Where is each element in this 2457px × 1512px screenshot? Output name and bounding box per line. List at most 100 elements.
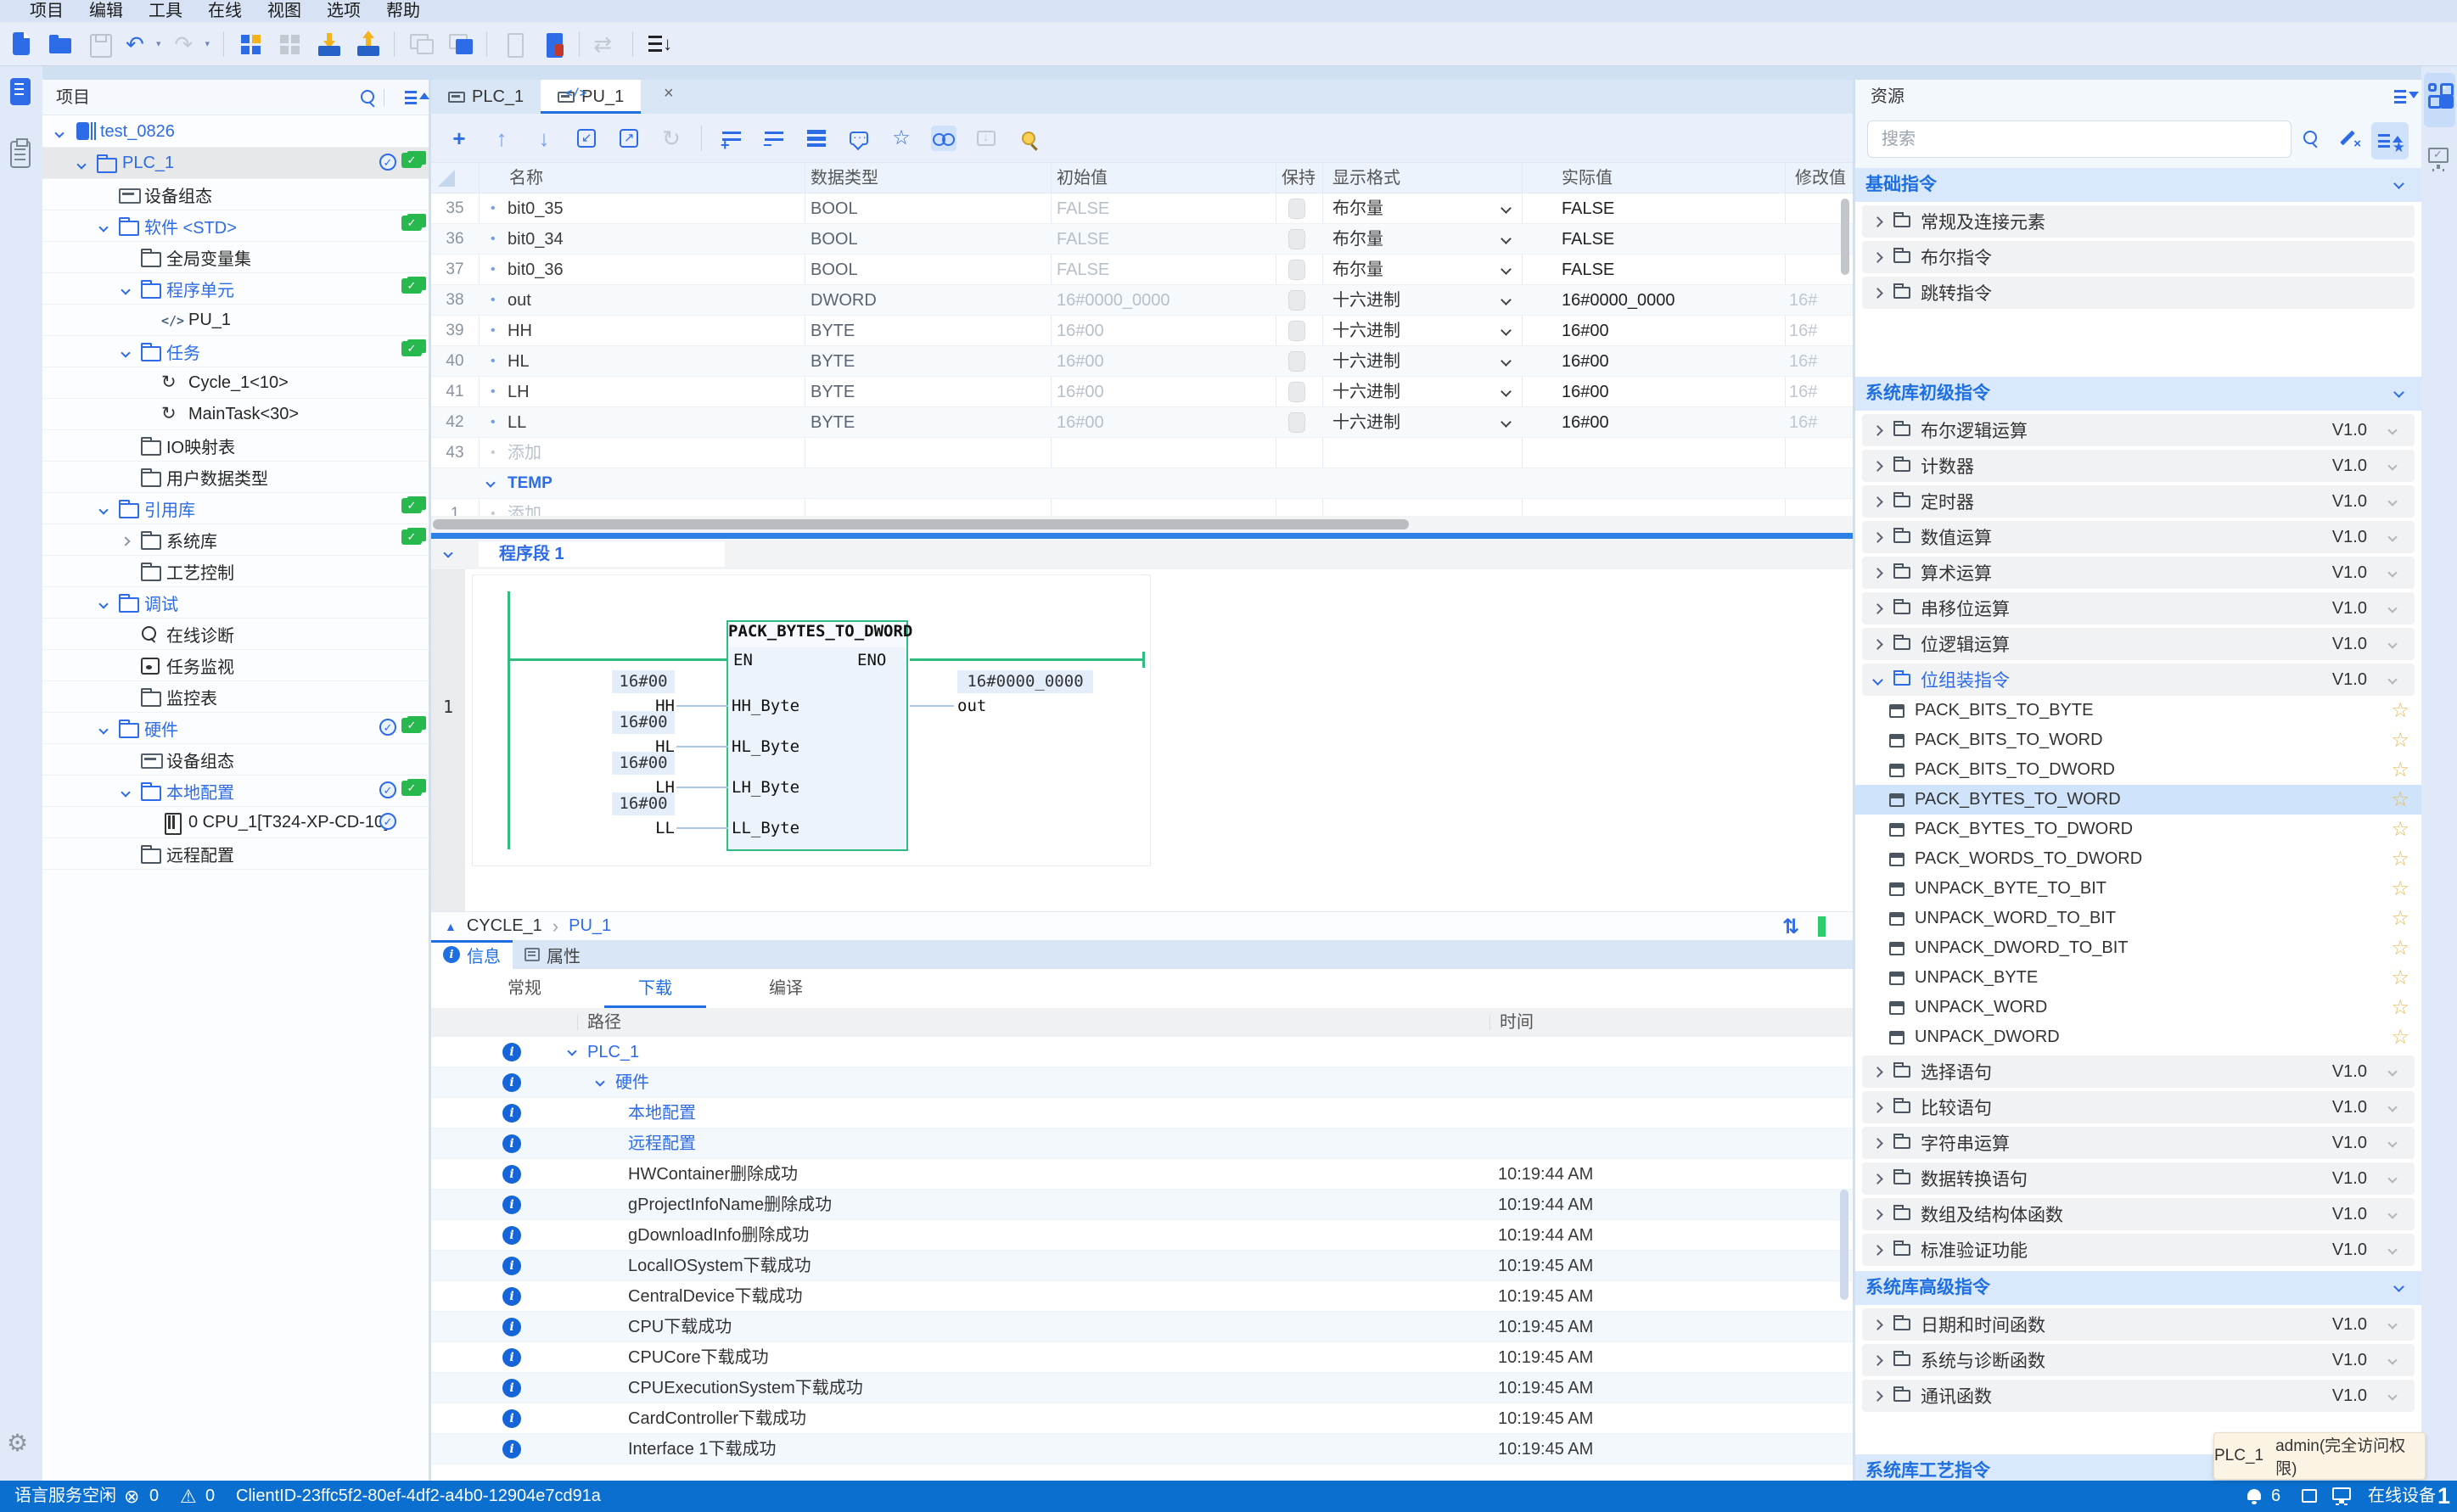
variable-row[interactable]: 36 • bit0_34 BOOL FALSE 布尔量 FALSE [431,224,1853,255]
resources-search-input[interactable] [1867,120,2292,158]
variable-row[interactable]: 41 • LH BYTE 16#00 十六进制 16#00 16# [431,377,1853,407]
instruction-item[interactable]: 字符串运算 V1.0 ☆ [1862,1127,2415,1159]
modify-value[interactable]: 16# [1789,407,1817,438]
instruction-item[interactable]: 日期和时间函数 V1.0 ☆ [1862,1308,2415,1341]
log-message[interactable]: 硬件 [615,1067,649,1098]
instruction-item[interactable]: 计数器 V1.0 ☆ [1862,450,2415,482]
display-format[interactable]: 十六进制 [1332,285,1400,316]
favorite-star-icon[interactable]: ☆ [2391,904,2409,933]
swap-view-icon[interactable]: ⇅ [1782,915,1799,939]
undo-dropdown-caret[interactable]: ▾ [156,38,161,49]
item-expand-icon[interactable] [1872,1067,1883,1078]
favorite-star-icon[interactable]: ☆ [2391,874,2409,904]
collapse-panel-icon[interactable]: ▲ [445,920,457,933]
group-collapse-icon[interactable] [2393,178,2404,189]
tree-item[interactable]: 调试 ✓ ✓ [42,587,429,619]
breadcrumb-root[interactable]: CYCLE_1 [467,916,542,936]
comment-icon[interactable] [850,132,868,145]
tree-expand-icon[interactable] [122,436,139,456]
info-subtab[interactable]: 下载 [604,969,706,1008]
new-project-icon[interactable] [8,31,34,58]
breadcrumb-current[interactable]: PU_1 [569,916,611,936]
instruction-item[interactable]: 布尔指令 ☆ [1862,241,2415,273]
var-name[interactable]: TEMP [508,468,553,499]
group-header[interactable]: 系统库高级指令 [1855,1271,2421,1305]
item-expand-icon[interactable] [1872,1319,1883,1330]
tab-close-icon[interactable]: × [664,84,674,104]
tree-item[interactable]: 引用库 ✓ ✓ [42,493,429,524]
tab-info[interactable]: i 信息 [431,940,513,969]
display-format[interactable]: 布尔量 [1332,193,1383,224]
version-dropdown-icon[interactable] [2387,461,2397,470]
undo-icon[interactable]: ↶ [126,31,144,58]
hold-checkbox[interactable] [1288,199,1305,219]
tree-item[interactable]: 在线诊断 ✓ ✓ [42,619,429,650]
variable-row[interactable]: 40 • HL BYTE 16#00 十六进制 16#00 16# [431,346,1853,377]
output-actual-value[interactable]: 16#0000_0000 [957,670,1093,693]
variable-row[interactable]: • TEMP [431,468,1853,499]
find-icon[interactable] [1022,132,1035,145]
instruction-item[interactable]: UNPACK_DWORD ☆ [1855,1022,2421,1052]
favorite-icon[interactable]: ☆ [892,126,911,151]
favorite-star-icon[interactable]: ☆ [2391,933,2409,963]
group-header[interactable]: 系统库初级指令 [1855,377,2421,411]
menu-item[interactable]: 项目 [29,0,65,22]
import-variables-icon[interactable]: ↙ [577,129,596,148]
log-message[interactable]: LocalIOSystem下载成功 [628,1251,811,1281]
tree-expand-icon[interactable] [122,750,139,770]
instruction-item[interactable]: UNPACK_WORD ☆ [1855,993,2421,1022]
item-expand-icon[interactable] [1872,1102,1883,1113]
col-init[interactable]: 初始值 [1057,163,1108,193]
var-name[interactable]: HL [508,346,530,377]
project-panel-icon[interactable] [10,78,31,105]
item-expand-icon[interactable] [1872,568,1883,579]
device-dock-icon[interactable] [2428,148,2449,163]
tree-expand-icon[interactable] [122,687,139,707]
tree-expand-icon[interactable] [122,656,139,675]
section-chevron-icon[interactable] [485,478,495,487]
upload-from-plc-icon[interactable] [355,31,380,58]
item-expand-icon[interactable] [1872,496,1883,507]
table-horizontal-scrollbar[interactable] [431,516,1853,533]
hold-checkbox[interactable] [1288,290,1305,311]
instruction-item[interactable]: 跳转指令 ☆ [1862,277,2415,309]
menu-item[interactable]: 帮助 [385,0,421,22]
variable-row[interactable]: 37 • bit0_36 BOOL FALSE 布尔量 FALSE [431,255,1853,285]
var-name[interactable]: bit0_34 [508,224,564,255]
instruction-item[interactable]: 串移位运算 V1.0 ☆ [1862,592,2415,624]
format-dropdown-icon[interactable] [1501,294,1512,305]
tree-item[interactable]: 程序单元 ✓ ✓ [42,273,429,305]
favorite-star-icon[interactable]: ☆ [2391,755,2409,785]
format-dropdown-icon[interactable] [1501,386,1512,397]
item-expand-icon[interactable] [1872,532,1883,543]
tree-item[interactable]: 远程配置 ✓ ✓ [42,838,429,870]
display-format[interactable]: 十六进制 [1332,377,1400,407]
item-expand-icon[interactable] [1872,1245,1883,1256]
log-message[interactable]: CentralDevice下载成功 [628,1281,803,1312]
format-dropdown-icon[interactable] [1501,417,1512,428]
var-init-value[interactable]: 16#00 [1057,407,1104,438]
delete-row-icon[interactable] [765,132,783,145]
menu-item[interactable]: 工具 [148,0,183,22]
instruction-item[interactable]: 位逻辑运算 V1.0 ☆ [1862,628,2415,660]
fbd-canvas[interactable]: PACK_BYTES_TO_DWORD EN ENO 16#00 HH HH_B… [465,569,1853,911]
log-message[interactable]: 本地配置 [628,1098,696,1128]
col-type[interactable]: 数据类型 [811,163,878,193]
display-format[interactable]: 十六进制 [1332,346,1400,377]
monitor-toggle-icon[interactable] [933,132,955,145]
log-message[interactable]: 远程配置 [628,1128,696,1159]
version-dropdown-icon[interactable] [2387,496,2397,506]
settings-gear-icon[interactable]: ⚙ [7,1429,28,1457]
hold-checkbox[interactable] [1288,412,1305,433]
info-subtab[interactable]: 常规 [474,969,575,1008]
tree-expand-icon[interactable] [122,468,139,487]
instruction-item[interactable]: 位组装指令 V1.0 ☆ [1862,664,2415,696]
version-dropdown-icon[interactable] [2387,1067,2397,1076]
variable-row[interactable]: 35 • bit0_35 BOOL FALSE 布尔量 FALSE [431,193,1853,224]
var-init-value[interactable]: FALSE [1057,255,1109,285]
network-collapse-icon[interactable] [443,548,452,557]
hold-checkbox[interactable] [1288,351,1305,372]
var-name[interactable]: LL [508,407,526,438]
item-expand-icon[interactable] [1872,461,1883,472]
redo-dropdown-caret[interactable]: ▾ [205,38,210,49]
